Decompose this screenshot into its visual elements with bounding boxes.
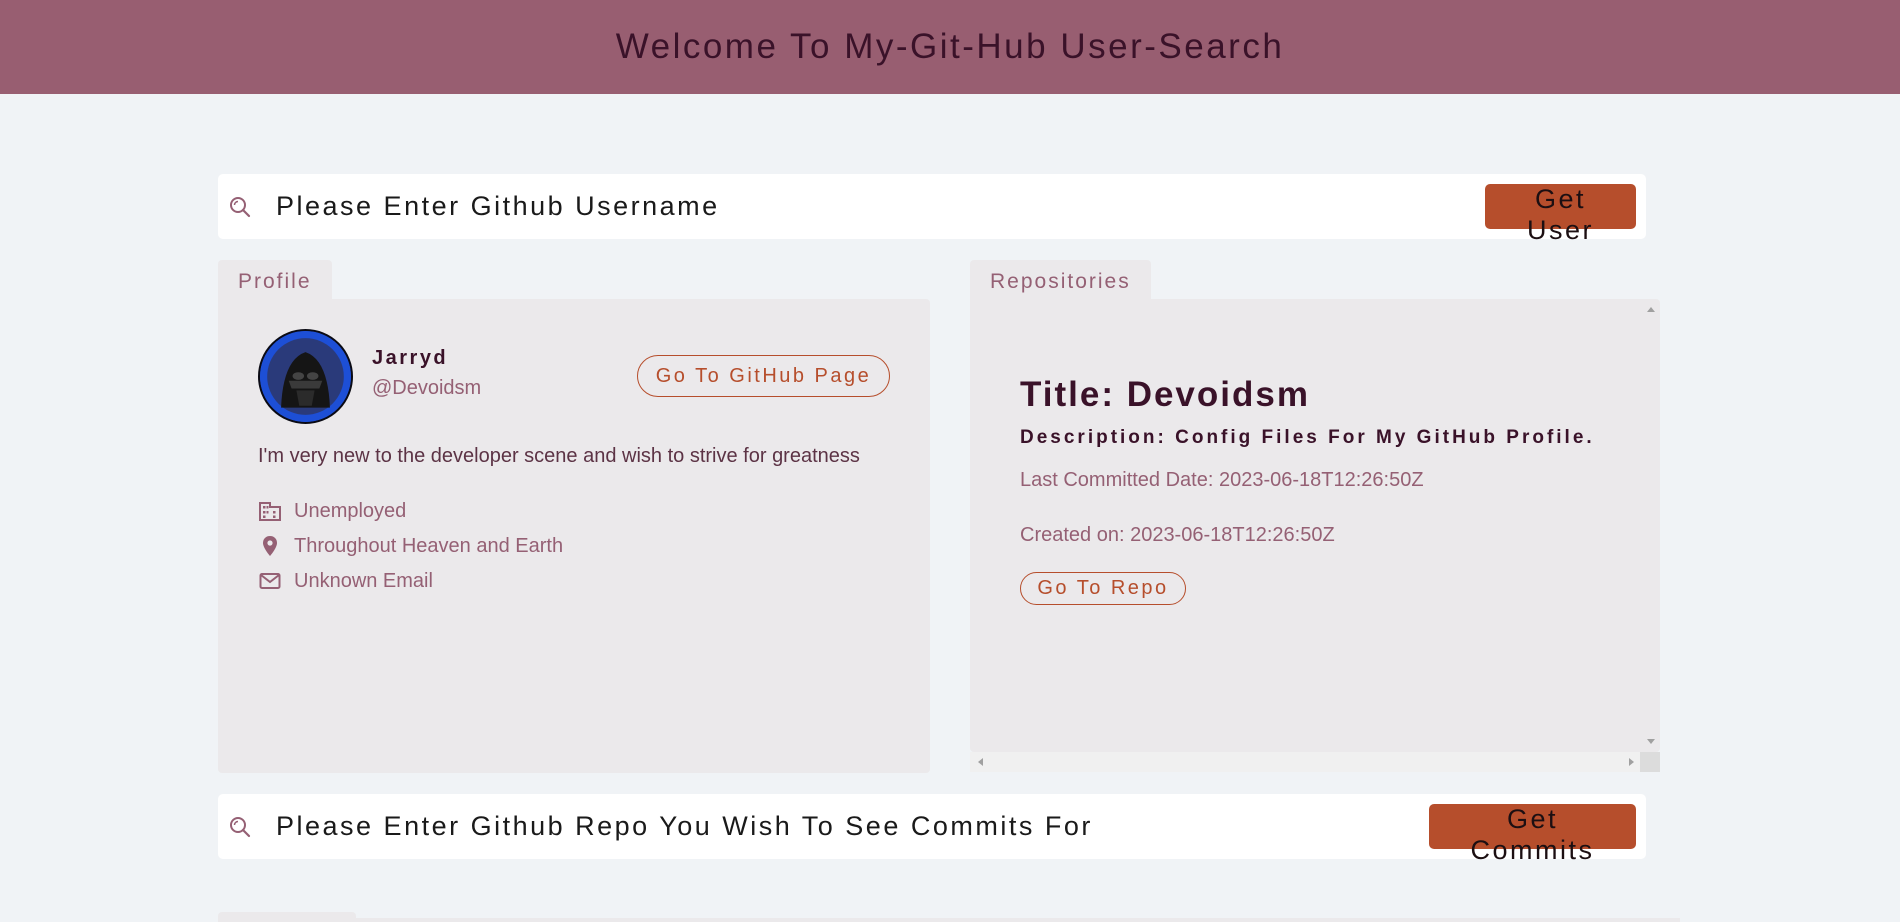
- scroll-right-arrow-icon[interactable]: [1629, 758, 1634, 766]
- tab-profile-label: Profile: [238, 270, 312, 293]
- profile-company-row: Unemployed: [258, 499, 406, 523]
- profile-login: @Devoidsm: [372, 377, 482, 399]
- tab-profile[interactable]: Profile: [218, 260, 332, 300]
- tab-repositories-label: Repositories: [990, 270, 1131, 293]
- get-user-button[interactable]: Get User: [1485, 184, 1636, 245]
- app-header: Welcome To My-Git-Hub User-Search: [0, 0, 1900, 94]
- repo-last-committed: Last Committed Date: 2023-06-18T12:26:50…: [1020, 469, 1424, 491]
- profile-email-row: Unknown Email: [258, 569, 433, 593]
- profile-location: Throughout Heaven and Earth: [294, 534, 564, 557]
- commits-panel: [218, 918, 1680, 922]
- repo-search-bar: Get Commits: [218, 794, 1646, 865]
- repo-search-input[interactable]: [276, 794, 1386, 859]
- repo-title: Title: Devoidsm: [1020, 375, 1310, 414]
- horizontal-scrollbar[interactable]: [970, 752, 1660, 772]
- repo-description: Description: Config Files For My GitHub …: [1020, 427, 1595, 448]
- scroll-up-arrow-icon[interactable]: [1647, 307, 1655, 312]
- profile-location-row: Throughout Heaven and Earth: [258, 534, 563, 558]
- go-to-github-page-button[interactable]: Go To GitHub Page: [637, 355, 890, 397]
- vertical-scrollbar[interactable]: [1642, 299, 1660, 752]
- scrollbar-corner: [1640, 752, 1660, 772]
- repositories-panel: Title: Devoidsm Description: Config File…: [970, 299, 1660, 752]
- search-icon: [228, 195, 252, 219]
- mail-icon: [258, 569, 282, 593]
- tab-repositories[interactable]: Repositories: [970, 260, 1151, 300]
- user-search-bar: Get User: [218, 174, 1646, 245]
- profile-email: Unknown Email: [294, 569, 433, 592]
- profile-company: Unemployed: [294, 499, 407, 522]
- repo-created-on: Created on: 2023-06-18T12:26:50Z: [1020, 524, 1335, 546]
- search-icon: [228, 815, 252, 839]
- go-to-repo-button[interactable]: Go To Repo: [1020, 572, 1186, 605]
- profile-name: Jarryd: [372, 347, 449, 369]
- profile-bio: I'm very new to the developer scene and …: [258, 445, 860, 467]
- avatar: [258, 329, 353, 424]
- get-commits-button[interactable]: Get Commits: [1429, 804, 1636, 865]
- profile-panel: Jarryd @Devoidsm Go To GitHub Page I'm v…: [218, 299, 930, 773]
- page-title: Welcome To My-Git-Hub User-Search: [615, 27, 1285, 66]
- location-pin-icon: [258, 534, 282, 558]
- scroll-left-arrow-icon[interactable]: [978, 758, 983, 766]
- scroll-down-arrow-icon[interactable]: [1647, 739, 1655, 744]
- building-icon: [258, 499, 282, 523]
- username-search-input[interactable]: [276, 174, 1376, 239]
